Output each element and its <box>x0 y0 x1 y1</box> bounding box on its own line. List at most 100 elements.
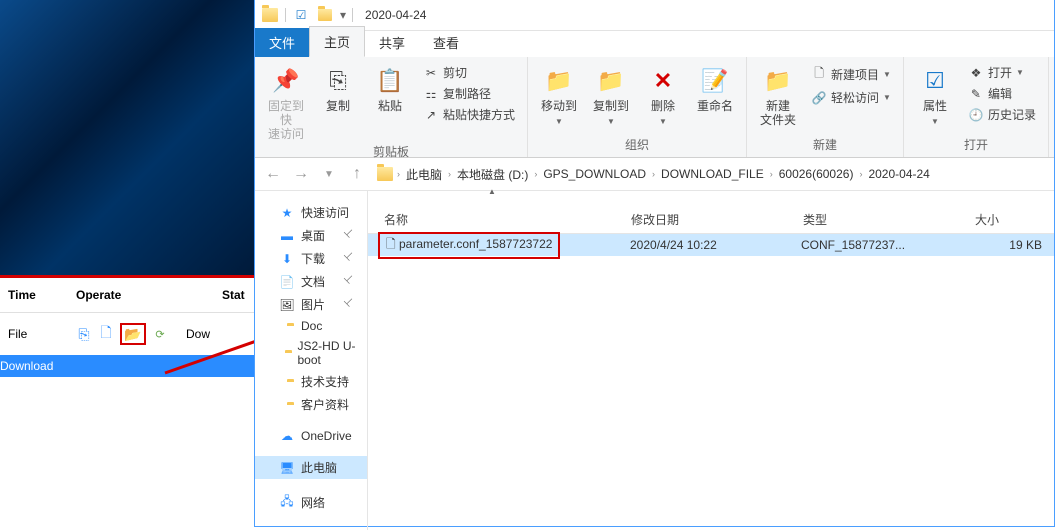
nav-onedrive[interactable]: ☁OneDrive <box>255 426 367 446</box>
tab-file[interactable]: 文件 <box>255 28 309 57</box>
nav-downloads[interactable]: ⬇下载⊥ <box>255 247 367 270</box>
nav-js2[interactable]: JS2-HD U-boot <box>255 336 367 370</box>
pin-to-quick-button[interactable]: 📌固定到快 速访问 <box>263 61 309 141</box>
doc-small-icon[interactable]: 🗋 <box>98 326 114 342</box>
titlebar: ☑ ▾ 2020-04-24 <box>255 0 1054 31</box>
new-folder-icon: 📁 <box>762 65 794 97</box>
file-date: 2020/4/24 10:22 <box>622 238 793 252</box>
edit-icon: ✎ <box>968 87 984 101</box>
group-clipboard: 📌固定到快 速访问 ⎘复制 📋粘贴 ✂剪切 ⚏复制路径 ↗粘贴快捷方式 剪贴板 <box>255 57 528 157</box>
group-new: 📁新建 文件夹 🗋新建项目 ▼ 🔗轻松访问 ▼ 新建 <box>747 57 904 157</box>
rename-button[interactable]: 📝重命名 <box>692 61 738 113</box>
rename-icon: 📝 <box>699 65 731 97</box>
file-icon: 🗋 <box>386 237 396 251</box>
crumb-3[interactable]: DOWNLOAD_FILE <box>659 167 766 181</box>
pin-icon: ⊥ <box>341 225 363 247</box>
edit-button[interactable]: ✎编辑 <box>964 84 1040 103</box>
file-name-cell: 🗋 parameter.conf_1587723722 <box>368 232 622 259</box>
delete-button[interactable]: ✕删除▼ <box>640 61 686 129</box>
file-list-area: ▲ 名称 修改日期 类型 大小 🗋 parameter.conf_1587723… <box>368 191 1054 530</box>
cut-button[interactable]: ✂剪切 <box>419 63 519 82</box>
open-button[interactable]: ❖打开 ▼ <box>964 63 1040 82</box>
tab-share[interactable]: 共享 <box>365 28 419 57</box>
history-button[interactable]: 🕘历史记录 <box>964 105 1040 124</box>
sync-small-icon[interactable]: ⟳ <box>152 326 168 342</box>
col-time: Time <box>0 282 68 308</box>
row-file-label: File <box>0 327 68 341</box>
nav-documents[interactable]: 📄文档⊥ <box>255 270 367 293</box>
organize-group-label: 组织 <box>536 134 738 155</box>
nav-recent-button[interactable]: ▼ <box>317 162 341 186</box>
copy-button[interactable]: ⎘复制 <box>315 61 361 113</box>
path-icon: ⚏ <box>423 87 439 101</box>
nav-up-button[interactable]: ↑ <box>345 162 369 186</box>
new-item-button[interactable]: 🗋新建项目 ▼ <box>807 63 895 86</box>
back-row-file[interactable]: File ⎘ 🗋 📂 ⟳ Dow <box>0 313 254 355</box>
folder-small-icon[interactable] <box>316 6 334 24</box>
easy-access-button[interactable]: 🔗轻松访问 ▼ <box>807 88 895 107</box>
crumb-0[interactable]: 此电脑 <box>404 166 444 183</box>
new-folder-button[interactable]: 📁新建 文件夹 <box>755 61 801 127</box>
history-icon: 🕘 <box>968 108 984 122</box>
copy-path-button[interactable]: ⚏复制路径 <box>419 84 519 103</box>
nav-pictures[interactable]: 🖼图片⊥ <box>255 293 367 316</box>
properties-icon: ☑ <box>919 65 951 97</box>
folder-icon <box>261 6 279 24</box>
qat-dropdown[interactable]: ▾ <box>340 8 346 22</box>
header-type[interactable]: 类型 <box>795 205 967 233</box>
copy-icon: ⎘ <box>322 65 354 97</box>
breadcrumb[interactable]: › 此电脑› 本地磁盘 (D:)› GPS_DOWNLOAD› DOWNLOAD… <box>373 163 1048 185</box>
crumb-1[interactable]: 本地磁盘 (D:) <box>455 166 530 183</box>
file-size: 19 KB <box>964 238 1050 252</box>
header-date[interactable]: 修改日期 <box>623 205 795 233</box>
desktop-background <box>0 0 254 275</box>
open-group-label: 打开 <box>912 134 1040 155</box>
nav-back-button[interactable]: ← <box>261 162 285 186</box>
tab-home[interactable]: 主页 <box>309 26 365 57</box>
file-row[interactable]: 🗋 parameter.conf_1587723722 2020/4/24 10… <box>368 234 1054 256</box>
tab-view[interactable]: 查看 <box>419 28 473 57</box>
nav-tech[interactable]: 技术支持 <box>255 370 367 393</box>
operate-icons: ⎘ 🗋 📂 ⟳ <box>68 317 176 351</box>
crumb-4[interactable]: 60026(60026) <box>777 167 856 181</box>
filename-highlight-box: 🗋 parameter.conf_1587723722 <box>378 232 560 259</box>
folder-open-icon[interactable]: 📂 <box>125 326 141 342</box>
nav-customer[interactable]: 客户资料 <box>255 393 367 416</box>
back-row-download[interactable]: Download <box>0 355 254 377</box>
nav-network[interactable]: 🖧网络 <box>255 489 367 516</box>
checkbox-icon[interactable]: ☑ <box>292 6 310 24</box>
window-title: 2020-04-24 <box>365 8 426 22</box>
pc-icon: 🖥 <box>279 461 295 475</box>
nav-forward-button[interactable]: → <box>289 162 313 186</box>
header-size[interactable]: 大小 <box>967 205 1054 233</box>
file-type: CONF_15877237... <box>793 238 964 252</box>
download-icon: ⬇ <box>279 252 295 266</box>
copyto-icon: 📁 <box>595 65 627 97</box>
properties-button[interactable]: ☑属性▼ <box>912 61 958 129</box>
nav-doc[interactable]: Doc <box>255 316 367 336</box>
background-app-panel: Time Operate Stat File ⎘ 🗋 📂 ⟳ Dow Downl… <box>0 275 254 528</box>
copy-to-button[interactable]: 📁复制到▼ <box>588 61 634 129</box>
delete-icon: ✕ <box>647 65 679 97</box>
nav-quick-access[interactable]: ★快速访问 <box>255 201 367 224</box>
nav-thispc[interactable]: 🖥此电脑 <box>255 456 367 479</box>
desktop-icon: ▬ <box>279 229 295 243</box>
paste-shortcut-button[interactable]: ↗粘贴快捷方式 <box>419 105 519 124</box>
header-name[interactable]: 名称 <box>368 205 623 233</box>
breadcrumb-folder-icon <box>377 167 393 181</box>
ribbon: 📌固定到快 速访问 ⎘复制 📋粘贴 ✂剪切 ⚏复制路径 ↗粘贴快捷方式 剪贴板 … <box>255 57 1054 158</box>
paste-button[interactable]: 📋粘贴 <box>367 61 413 113</box>
onedrive-icon: ☁ <box>279 429 295 443</box>
pin-icon: 📌 <box>270 65 302 97</box>
paste-icon: 📋 <box>374 65 406 97</box>
crumb-2[interactable]: GPS_DOWNLOAD <box>541 167 648 181</box>
navigation-pane: ★快速访问 ▬桌面⊥ ⬇下载⊥ 📄文档⊥ 🖼图片⊥ Doc JS2-HD U-b… <box>255 191 368 530</box>
scissors-icon: ✂ <box>423 66 439 80</box>
address-bar: ← → ▼ ↑ › 此电脑› 本地磁盘 (D:)› GPS_DOWNLOAD› … <box>255 158 1054 191</box>
crumb-5[interactable]: 2020-04-24 <box>866 167 931 181</box>
copy-small-icon[interactable]: ⎘ <box>76 326 92 342</box>
nav-desktop[interactable]: ▬桌面⊥ <box>255 224 367 247</box>
col-status: Stat <box>214 282 253 308</box>
new-item-icon: 🗋 <box>811 64 827 85</box>
move-to-button[interactable]: 📁移动到▼ <box>536 61 582 129</box>
